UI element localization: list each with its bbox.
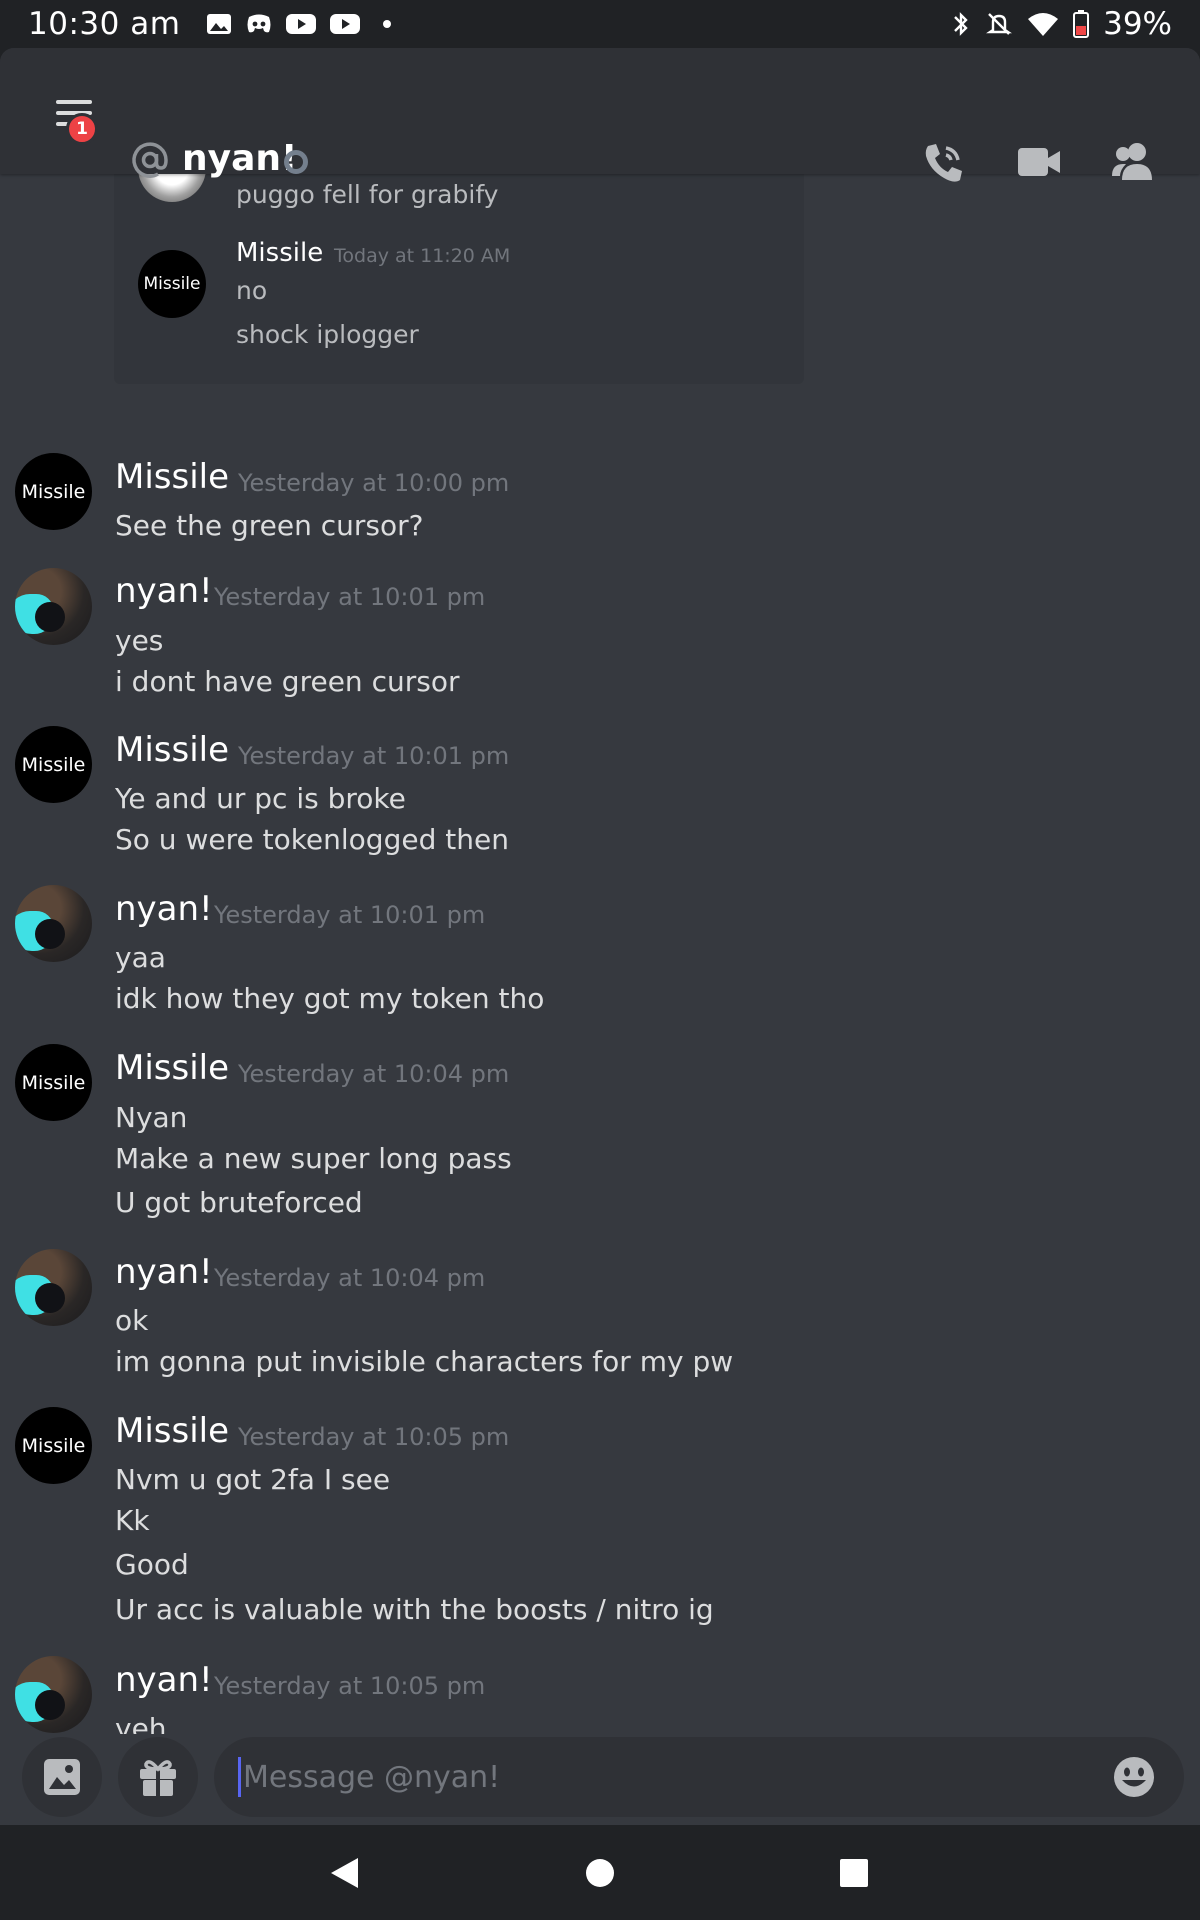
message-author[interactable]: nyan!	[115, 1660, 213, 1700]
gallery-icon	[207, 14, 232, 34]
avatar[interactable]	[15, 1249, 92, 1326]
message-timestamp: Yesterday at 10:01 pm	[238, 742, 510, 770]
text-caret	[238, 1757, 241, 1797]
message-text: Ur acc is valuable with the boosts / nit…	[115, 1593, 714, 1626]
at-icon	[132, 142, 168, 178]
message-text: Nyan	[115, 1101, 188, 1134]
message-timestamp: Yesterday at 10:01 pm	[214, 583, 486, 611]
embed-timestamp: Today at 11:20 AM	[334, 245, 511, 267]
avatar-text: Missile	[21, 480, 86, 503]
dm-screen: 1 nyan! puggo fell for grabify Missile M…	[0, 48, 1200, 1825]
message-author[interactable]: Missile	[115, 730, 229, 770]
message-text: im gonna put invisible characters for my…	[115, 1345, 734, 1378]
notification-icons	[206, 13, 400, 35]
call-icon	[925, 144, 962, 182]
message-timestamp: Yesterday at 10:01 pm	[214, 901, 486, 929]
emoji-icon[interactable]	[1112, 1755, 1156, 1799]
image-icon	[44, 1759, 80, 1795]
gift-button[interactable]	[118, 1737, 198, 1817]
status-bar: 10:30 am 39%	[0, 0, 1200, 48]
avatar[interactable]	[15, 568, 92, 645]
message-text: U got bruteforced	[115, 1186, 363, 1219]
message-text: Good	[115, 1548, 189, 1581]
members-icon	[1112, 143, 1152, 180]
message-timestamp: Yesterday at 10:04 pm	[214, 1264, 486, 1292]
message-author[interactable]: Missile	[115, 457, 229, 497]
message-input[interactable]: Message @nyan!	[214, 1737, 1184, 1817]
battery-icon	[1073, 10, 1090, 38]
avatar[interactable]: Missile	[15, 1044, 92, 1121]
menu-button[interactable]: 1	[52, 100, 98, 145]
avatar-text: Missile	[21, 1434, 86, 1457]
recents-icon	[840, 1859, 868, 1887]
message-text: See the green cursor?	[115, 509, 424, 542]
message-timestamp: Yesterday at 10:04 pm	[238, 1060, 510, 1088]
embed-line: shock iplogger	[236, 320, 419, 349]
dot-icon	[383, 20, 392, 28]
attach-image-button[interactable]	[22, 1737, 102, 1817]
home-button[interactable]	[580, 1853, 620, 1893]
message-timestamp: Yesterday at 10:00 pm	[238, 469, 510, 497]
message-list[interactable]: puggo fell for grabify Missile Missile T…	[0, 174, 1200, 1734]
embed-partial-text: puggo fell for grabify	[236, 180, 499, 209]
embed-author: Missile	[236, 238, 324, 268]
message-text: Kk	[115, 1504, 150, 1537]
status-time: 10:30 am	[28, 6, 181, 42]
message-author[interactable]: Missile	[115, 1048, 229, 1088]
avatar-text: Missile	[21, 753, 86, 776]
embed-line: no	[236, 276, 268, 305]
message-text: yes	[115, 624, 164, 657]
message-text: yeh	[115, 1712, 167, 1734]
recents-button[interactable]	[834, 1853, 874, 1893]
gift-icon	[140, 1760, 176, 1796]
mute-icon	[986, 13, 1013, 35]
message-author[interactable]: Missile	[115, 1411, 229, 1451]
avatar[interactable]	[15, 1656, 92, 1733]
message-author[interactable]: nyan!	[115, 889, 213, 929]
youtube-icon	[286, 14, 317, 34]
message-embed: puggo fell for grabify Missile Missile T…	[114, 174, 804, 384]
message-text: Make a new super long pass	[115, 1142, 512, 1175]
message-text: Ye and ur pc is broke	[115, 782, 406, 815]
home-icon	[586, 1859, 614, 1887]
wifi-icon	[1028, 13, 1059, 36]
message-text: Nvm u got 2fa I see	[115, 1463, 391, 1496]
channel-title: nyan!	[182, 138, 298, 179]
back-icon	[331, 1858, 358, 1888]
status-indicator	[284, 150, 308, 174]
message-text: i dont have green cursor	[115, 665, 460, 698]
unread-badge: 1	[66, 113, 98, 145]
avatar[interactable]	[15, 885, 92, 962]
bluetooth-icon	[954, 12, 968, 36]
system-navigation-bar	[0, 1825, 1200, 1920]
message-timestamp: Yesterday at 10:05 pm	[214, 1672, 486, 1700]
message-composer: Message @nyan!	[0, 1734, 1200, 1825]
message-text: idk how they got my token tho	[115, 982, 545, 1015]
message-input-placeholder: Message @nyan!	[243, 1759, 501, 1795]
embed-author-avatar: Missile	[138, 250, 206, 318]
message-author[interactable]: nyan!	[115, 571, 213, 611]
message-text: So u were tokenlogged then	[115, 823, 509, 856]
channel-header: 1 nyan!	[0, 48, 1200, 182]
video-call-button[interactable]	[1016, 144, 1062, 180]
message-timestamp: Yesterday at 10:05 pm	[238, 1423, 510, 1451]
message-text: yaa	[115, 941, 166, 974]
members-button[interactable]	[1110, 140, 1156, 182]
video-icon	[1018, 148, 1060, 176]
call-button[interactable]	[918, 140, 970, 186]
message-author[interactable]: nyan!	[115, 1252, 213, 1292]
avatar-text: Missile	[143, 274, 201, 294]
back-button[interactable]	[324, 1853, 364, 1893]
battery-percent: 39%	[1103, 6, 1172, 42]
discord-icon	[247, 14, 271, 33]
message-text: ok	[115, 1304, 149, 1337]
youtube-icon	[330, 14, 361, 34]
avatar[interactable]: Missile	[15, 453, 92, 530]
avatar[interactable]: Missile	[15, 1407, 92, 1484]
avatar[interactable]: Missile	[15, 726, 92, 803]
system-status: 39%	[951, 6, 1172, 42]
avatar-text: Missile	[21, 1071, 86, 1094]
